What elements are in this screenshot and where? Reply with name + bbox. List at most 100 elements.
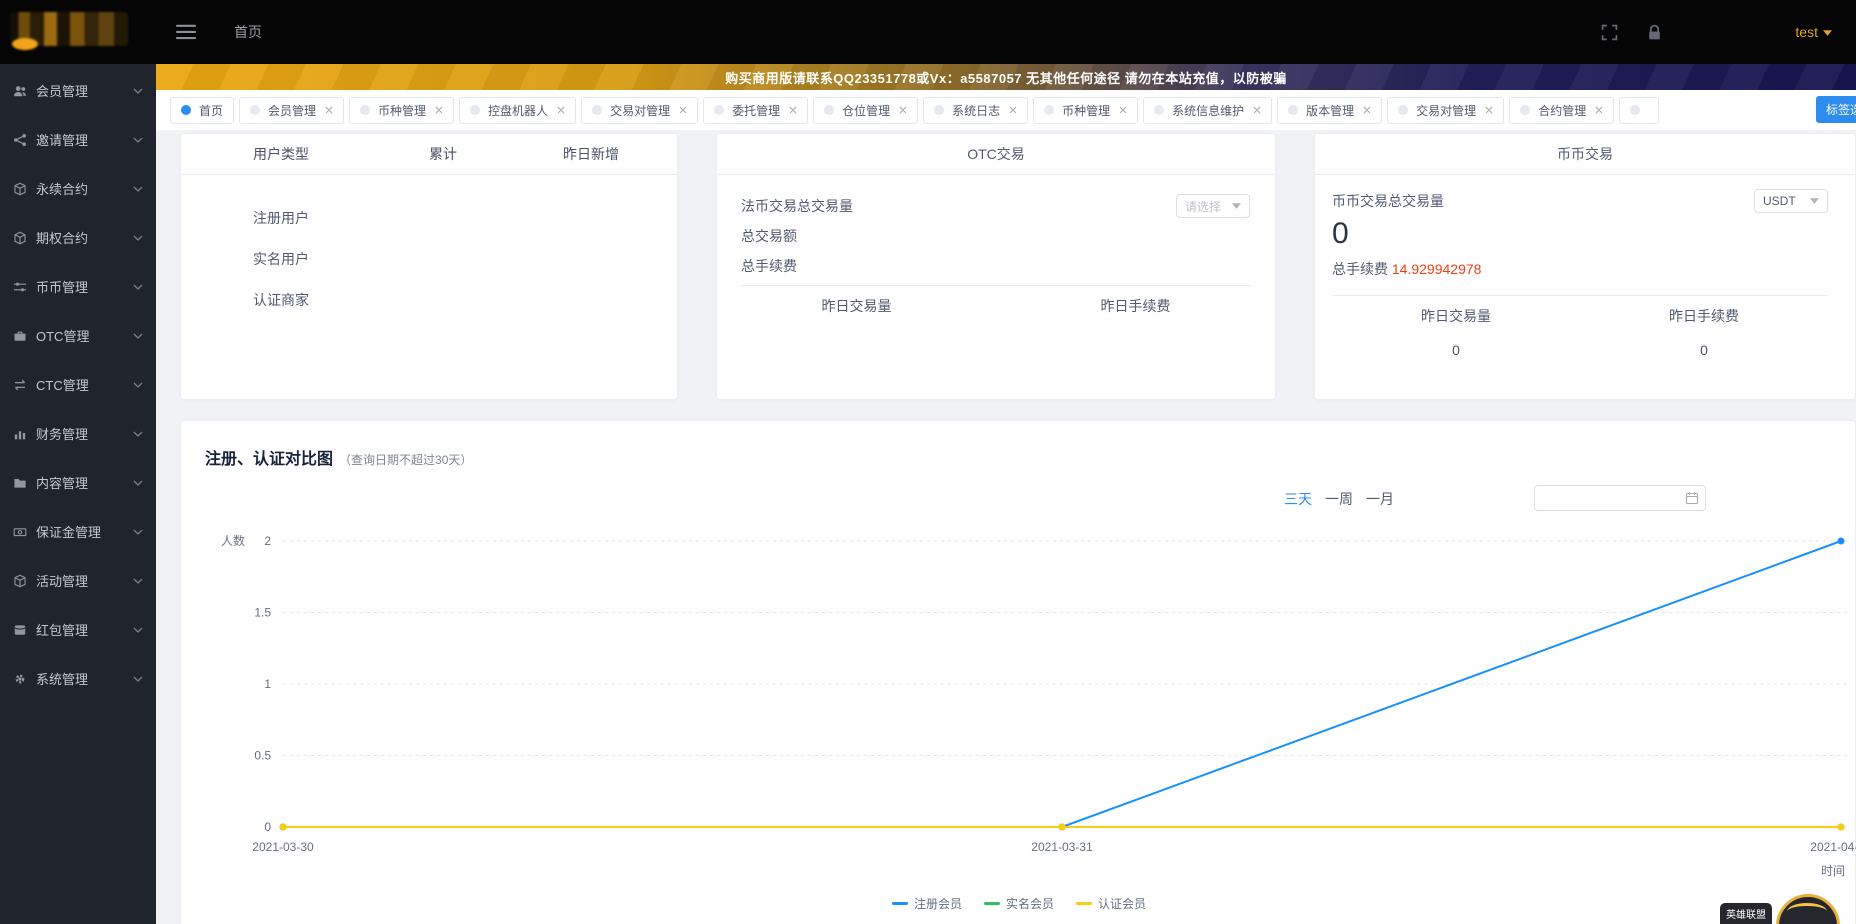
tab-options-button[interactable]: 标签选项 bbox=[1816, 96, 1856, 123]
chevron-down-icon bbox=[133, 137, 143, 143]
sidebar-item-finance[interactable]: 财务管理 bbox=[0, 409, 156, 458]
close-icon[interactable] bbox=[679, 106, 687, 114]
top-bar: 首页 test bbox=[0, 0, 1856, 64]
sidebar-item-members[interactable]: 会员管理 bbox=[0, 66, 156, 115]
close-icon[interactable] bbox=[1009, 106, 1017, 114]
caret-down-icon bbox=[1810, 198, 1819, 204]
close-icon[interactable] bbox=[1253, 106, 1261, 114]
breadcrumb-home[interactable]: 首页 bbox=[234, 22, 262, 42]
x-tick: 2021-04-01 bbox=[1810, 840, 1856, 854]
legend-item[interactable]: 认证会员 bbox=[1076, 895, 1146, 912]
tab-dot-icon bbox=[934, 105, 944, 115]
gear-icon bbox=[13, 672, 27, 686]
tab-6[interactable]: 仓位管理 bbox=[813, 97, 918, 124]
user-stats-card: 用户类型 累计 昨日新增 注册用户实名用户认证商家 bbox=[180, 133, 678, 400]
sidebar-item-activity[interactable]: 活动管理 bbox=[0, 556, 156, 605]
sidebar-item-redpacket[interactable]: 红包管理 bbox=[0, 605, 156, 654]
tab-7[interactable]: 系统日志 bbox=[923, 97, 1028, 124]
sidebar-item-system[interactable]: 系统管理 bbox=[0, 654, 156, 703]
range-button-0[interactable]: 三天 bbox=[1284, 489, 1312, 509]
tab-dot-icon bbox=[1154, 105, 1164, 115]
chart-legend: 注册会员 实名会员 认证会员 bbox=[181, 895, 1856, 912]
otc-footer: 昨日交易量 昨日手续费 bbox=[717, 296, 1275, 332]
sidebar-item-perpetual[interactable]: 永续合约 bbox=[0, 164, 156, 213]
sidebar-item-margin[interactable]: 保证金管理 bbox=[0, 507, 156, 556]
otc-select[interactable]: 请选择 bbox=[1176, 194, 1250, 218]
tab-3[interactable]: 控盘机器人 bbox=[459, 97, 576, 124]
lock-icon[interactable] bbox=[1646, 24, 1663, 41]
chart-card: 注册、认证对比图 （查询日期不超过30天） 三天一周一月 00.511.52人数… bbox=[180, 420, 1856, 924]
user-stats-rows: 注册用户实名用户认证商家 bbox=[181, 175, 677, 320]
line-chart: 00.511.52人数2021-03-302021-03-312021-04-0… bbox=[181, 511, 1856, 924]
tab-5[interactable]: 委托管理 bbox=[703, 97, 808, 124]
tab-12[interactable]: 合约管理 bbox=[1509, 97, 1614, 124]
tab-9[interactable]: 系统信息维护 bbox=[1143, 97, 1272, 124]
close-icon[interactable] bbox=[1119, 106, 1127, 114]
coin-volume-label: 币币交易总交易量 bbox=[1332, 191, 1444, 211]
range-button-1[interactable]: 一周 bbox=[1325, 489, 1353, 509]
chevron-down-icon bbox=[133, 627, 143, 633]
col-new-yesterday: 昨日新增 bbox=[503, 144, 679, 164]
logo-image bbox=[10, 12, 128, 46]
tab-0[interactable]: 首页 bbox=[170, 97, 234, 124]
sidebar-item-spot[interactable]: 币币管理 bbox=[0, 262, 156, 311]
date-input-field[interactable] bbox=[1535, 488, 1685, 508]
redpacket-icon bbox=[13, 623, 27, 637]
tab-dot-icon bbox=[592, 105, 602, 115]
tab-dot-icon bbox=[1288, 105, 1298, 115]
sidebar-item-invites[interactable]: 邀请管理 bbox=[0, 115, 156, 164]
topbar-actions: test bbox=[1573, 24, 1856, 41]
divider bbox=[741, 285, 1251, 286]
sidebar-item-content[interactable]: 内容管理 bbox=[0, 458, 156, 507]
cube-icon bbox=[13, 231, 27, 245]
legend-item[interactable]: 注册会员 bbox=[892, 895, 962, 912]
data-point bbox=[1838, 538, 1845, 545]
sidebar-item-otc[interactable]: OTC管理 bbox=[0, 311, 156, 360]
close-icon[interactable] bbox=[325, 106, 333, 114]
tab-dot-icon bbox=[181, 105, 191, 115]
hamburger-icon[interactable] bbox=[176, 24, 196, 40]
col-total: 累计 bbox=[383, 144, 503, 164]
date-range-input[interactable] bbox=[1534, 485, 1706, 511]
coin-card-title: 币币交易 bbox=[1315, 134, 1855, 175]
chevron-down-icon bbox=[133, 235, 143, 241]
legend-item[interactable]: 实名会员 bbox=[984, 895, 1054, 912]
chevron-down-icon bbox=[133, 382, 143, 388]
money-icon bbox=[13, 525, 27, 539]
y-tick: 1.5 bbox=[254, 606, 271, 620]
legend-marker-icon bbox=[1076, 902, 1092, 905]
sidebar-item-ctc[interactable]: CTC管理 bbox=[0, 360, 156, 409]
tab-13[interactable] bbox=[1619, 97, 1659, 124]
close-icon[interactable] bbox=[435, 106, 443, 114]
fullscreen-icon[interactable] bbox=[1601, 24, 1618, 41]
coin-select[interactable]: USDT bbox=[1754, 189, 1828, 213]
tab-dot-icon bbox=[1520, 105, 1530, 115]
calendar-icon bbox=[1685, 491, 1699, 505]
tab-8[interactable]: 币种管理 bbox=[1033, 97, 1138, 124]
divider bbox=[1332, 295, 1828, 296]
close-icon[interactable] bbox=[1485, 106, 1493, 114]
tab-2[interactable]: 币种管理 bbox=[349, 97, 454, 124]
coin-yesterday-fee-value: 0 bbox=[1580, 342, 1828, 358]
close-icon[interactable] bbox=[1363, 106, 1371, 114]
close-icon[interactable] bbox=[557, 106, 565, 114]
user-menu[interactable]: test bbox=[1795, 24, 1832, 40]
close-icon[interactable] bbox=[1595, 106, 1603, 114]
tab-4[interactable]: 交易对管理 bbox=[581, 97, 698, 124]
close-icon[interactable] bbox=[789, 106, 797, 114]
coin-trade-card: 币币交易 币币交易总交易量 USDT 0 总手续费 14.929942978 bbox=[1314, 133, 1856, 400]
tab-11[interactable]: 交易对管理 bbox=[1387, 97, 1504, 124]
chart-title: 注册、认证对比图 bbox=[205, 445, 333, 469]
data-point bbox=[1059, 824, 1066, 831]
sidebar-item-options[interactable]: 期权合约 bbox=[0, 213, 156, 262]
tab-1[interactable]: 会员管理 bbox=[239, 97, 344, 124]
user-stats-row: 注册用户 bbox=[181, 197, 677, 238]
close-icon[interactable] bbox=[899, 106, 907, 114]
tab-10[interactable]: 版本管理 bbox=[1277, 97, 1382, 124]
range-button-2[interactable]: 一月 bbox=[1366, 489, 1394, 509]
floating-badge[interactable]: 英雄联盟 bbox=[1706, 880, 1856, 924]
chevron-down-icon bbox=[133, 480, 143, 486]
floating-badge-icon[interactable] bbox=[1776, 894, 1840, 924]
sidebar: 会员管理邀请管理永续合约期权合约币币管理OTC管理CTC管理财务管理内容管理保证… bbox=[0, 64, 156, 924]
otc-rows: 法币交易总交易量请选择总交易额总手续费 bbox=[717, 175, 1275, 281]
